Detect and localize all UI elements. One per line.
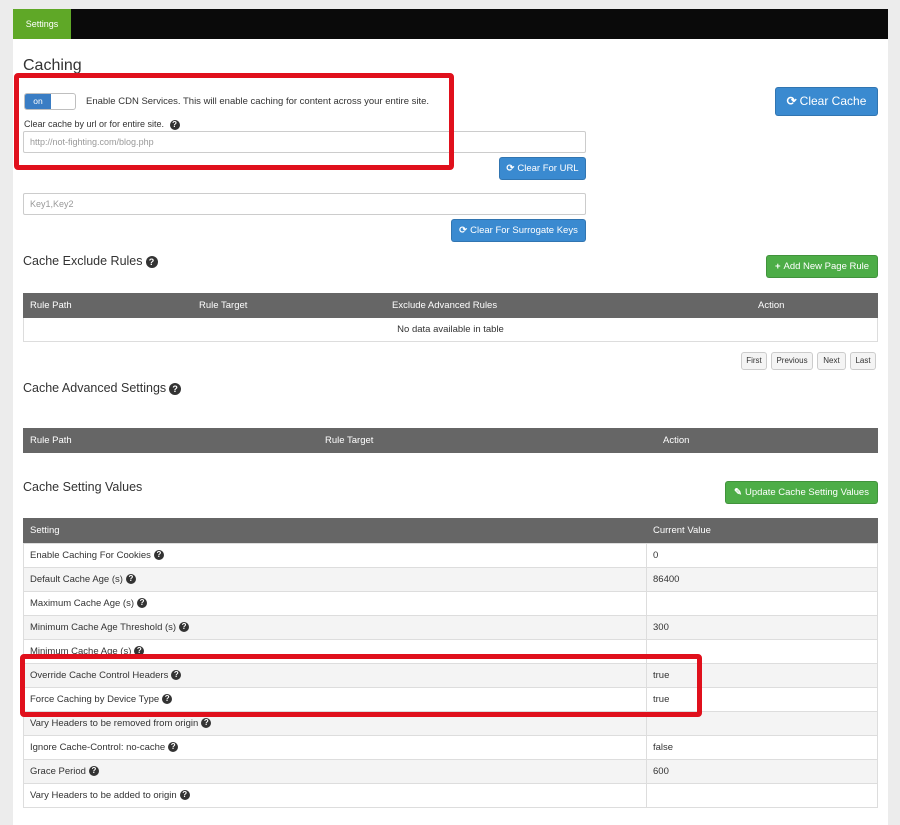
exclude-rules-title: Cache Exclude Rules? <box>23 254 158 268</box>
setting-value <box>646 783 878 808</box>
pagination-last[interactable]: Last <box>850 352 876 370</box>
add-new-page-rule-label: Add New Page Rule <box>783 261 870 272</box>
refresh-icon: ⟳ <box>459 225 468 236</box>
setting-cell: Vary Headers to be added to origin? <box>23 783 647 808</box>
col-current-value[interactable]: Current Value <box>653 525 711 536</box>
setting-cell: Maximum Cache Age (s)? <box>23 591 647 616</box>
col-setting[interactable]: Setting <box>30 525 60 536</box>
surrogate-keys-input[interactable] <box>23 193 586 215</box>
help-icon: ? <box>179 622 190 633</box>
help-icon: ? <box>179 790 190 801</box>
clear-cache-label: Clear Cache <box>799 94 867 108</box>
setting-name: Grace Period <box>30 766 86 777</box>
setting-cell: Minimum Cache Age Threshold (s)? <box>23 615 647 640</box>
setting-value: 300 <box>646 615 878 640</box>
pagination-previous[interactable]: Previous <box>771 352 813 370</box>
advanced-settings-header: Rule Path Rule Target Action <box>23 428 878 453</box>
update-cache-setting-values-label: Update Cache Setting Values <box>745 487 869 498</box>
annotation-highlight-headers <box>20 654 702 717</box>
table-row: Grace Period? 600 <box>23 759 878 784</box>
pagination-next[interactable]: Next <box>817 352 846 370</box>
help-icon: ? <box>201 718 212 729</box>
clear-surrogate-keys-label: Clear For Surrogate Keys <box>470 225 578 236</box>
help-icon: ? <box>88 766 99 777</box>
advanced-settings-title-text: Cache Advanced Settings <box>23 381 167 395</box>
setting-name: Default Cache Age (s) <box>30 574 123 585</box>
help-icon: ? <box>145 255 158 268</box>
setting-value: 86400 <box>646 567 878 592</box>
plus-icon: + <box>774 261 781 272</box>
setting-cell: Enable Caching For Cookies? <box>23 543 647 568</box>
setting-value: 600 <box>646 759 878 784</box>
setting-name: Ignore Cache-Control: no-cache <box>30 742 166 753</box>
col-rule-target[interactable]: Rule Target <box>325 435 373 446</box>
setting-cell: Default Cache Age (s)? <box>23 567 647 592</box>
table-row: Enable Caching For Cookies? 0 <box>23 543 878 568</box>
setting-cell: Ignore Cache-Control: no-cache? <box>23 735 647 760</box>
setting-value <box>646 591 878 616</box>
annotation-highlight-cdn <box>14 73 454 170</box>
setting-name: Enable Caching For Cookies <box>30 550 151 561</box>
help-icon: ? <box>168 742 179 753</box>
pencil-icon: ✎ <box>734 487 743 498</box>
table-row: Minimum Cache Age Threshold (s)? 300 <box>23 615 878 640</box>
setting-name: Vary Headers to be added to origin <box>30 790 177 801</box>
help-icon: ? <box>137 598 148 609</box>
col-rule-target[interactable]: Rule Target <box>199 300 247 311</box>
col-action[interactable]: Action <box>663 435 689 446</box>
col-rule-path[interactable]: Rule Path <box>30 300 72 311</box>
advanced-settings-title: Cache Advanced Settings? <box>23 381 182 395</box>
clear-cache-button[interactable]: ⟳ Clear Cache <box>775 87 878 116</box>
table-row: Vary Headers to be added to origin? <box>23 783 878 808</box>
table-row: Maximum Cache Age (s)? <box>23 591 878 616</box>
refresh-icon: ⟳ <box>786 94 797 108</box>
help-icon: ? <box>125 574 136 585</box>
col-rule-path[interactable]: Rule Path <box>30 435 72 446</box>
exclude-rules-title-text: Cache Exclude Rules <box>23 254 143 268</box>
pagination-first[interactable]: First <box>741 352 767 370</box>
setting-values-header: Setting Current Value <box>23 518 878 543</box>
col-exclude-advanced-rules[interactable]: Exclude Advanced Rules <box>392 300 497 311</box>
setting-value: false <box>646 735 878 760</box>
setting-name: Maximum Cache Age (s) <box>30 598 135 609</box>
table-row: Default Cache Age (s)? 86400 <box>23 567 878 592</box>
exclude-rules-header: Rule Path Rule Target Exclude Advanced R… <box>23 293 878 318</box>
setting-cell: Grace Period? <box>23 759 647 784</box>
help-icon: ? <box>169 382 182 395</box>
help-icon: ? <box>153 550 164 561</box>
clear-for-url-label: Clear For URL <box>517 163 579 174</box>
setting-name: Minimum Cache Age Threshold (s) <box>30 622 177 633</box>
refresh-icon: ⟳ <box>506 163 515 174</box>
tab-settings[interactable]: Settings <box>13 9 71 39</box>
setting-value: 0 <box>646 543 878 568</box>
update-cache-setting-values-button[interactable]: ✎ Update Cache Setting Values <box>725 481 878 504</box>
add-new-page-rule-button[interactable]: + Add New Page Rule <box>766 255 878 278</box>
table-row: Ignore Cache-Control: no-cache? false <box>23 735 878 760</box>
col-action[interactable]: Action <box>758 300 784 311</box>
clear-surrogate-keys-button[interactable]: ⟳ Clear For Surrogate Keys <box>451 219 586 242</box>
setting-values-title: Cache Setting Values <box>23 480 143 494</box>
setting-name: Vary Headers to be removed from origin <box>30 718 199 729</box>
clear-for-url-button[interactable]: ⟳ Clear For URL <box>499 157 586 180</box>
empty-table-message: No data available in table <box>23 318 878 342</box>
top-navbar: Settings <box>13 9 888 39</box>
